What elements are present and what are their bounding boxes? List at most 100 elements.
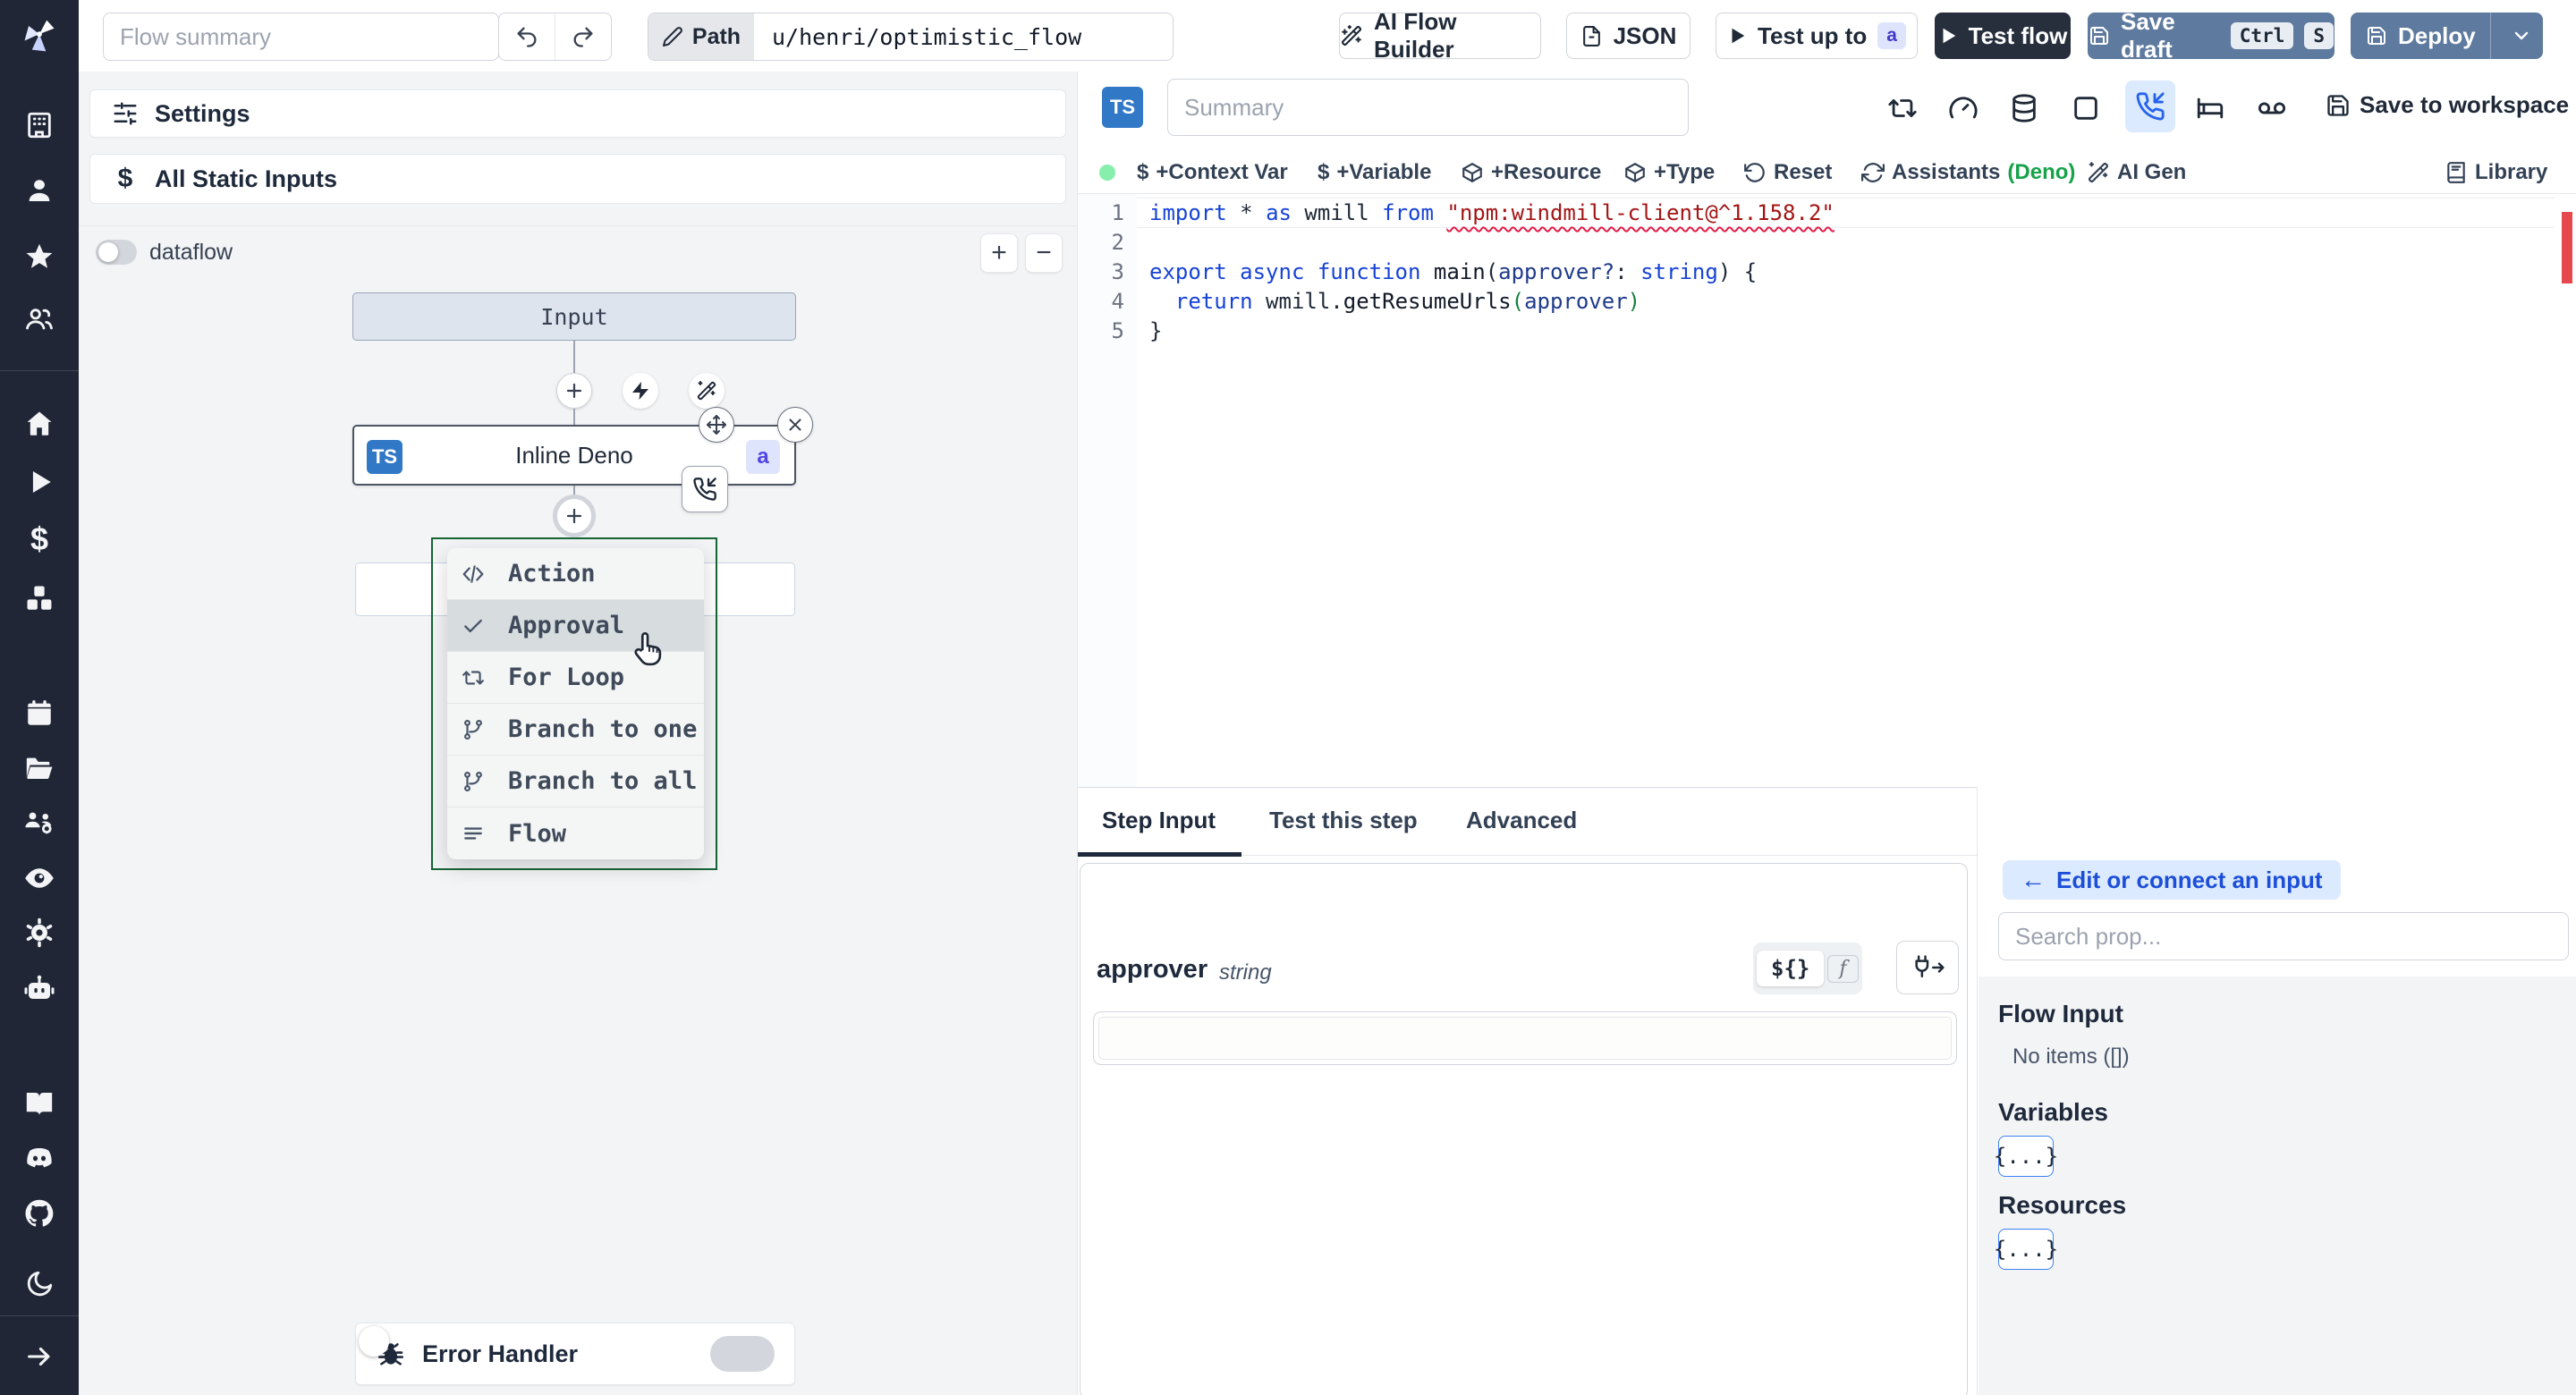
dataflow-toggle[interactable]: [96, 240, 137, 265]
dollar-icon: $: [1318, 160, 1330, 184]
wand-sparkles-icon: [2087, 161, 2110, 184]
tab-step-input[interactable]: Step Input: [1102, 807, 1216, 834]
bot-icon[interactable]: [23, 972, 55, 1004]
timeout-gauge-icon[interactable]: [1948, 93, 1979, 123]
chevron-down-icon: [2511, 25, 2532, 46]
resources-boxes-icon[interactable]: [24, 583, 55, 613]
all-static-inputs-card[interactable]: $ All Static Inputs: [89, 154, 1066, 204]
windmill-flow-builder: Path u/henri/optimistic_flow AI Flow Bui…: [0, 0, 2576, 1395]
settings-gear-icon[interactable]: [23, 917, 55, 949]
json-label: JSON: [1613, 21, 1677, 49]
approver-input[interactable]: [1098, 1017, 1952, 1060]
user-icon[interactable]: [24, 175, 55, 206]
assistants-button[interactable]: Assistants (Deno): [1861, 160, 2075, 185]
folders-icon[interactable]: [24, 753, 55, 783]
lsp-status-dot: [1099, 165, 1115, 181]
deploy-button[interactable]: Deploy: [2351, 13, 2491, 59]
zap-icon: [632, 382, 648, 400]
zoom-in-label: +: [991, 238, 1007, 267]
undo-redo-group: [498, 13, 612, 61]
menu-item-flow[interactable]: Flow: [447, 807, 704, 859]
reset-label: Reset: [1774, 160, 1833, 184]
star-icon[interactable]: [24, 241, 55, 272]
delete-step-button[interactable]: [777, 407, 813, 443]
path-value[interactable]: u/henri/optimistic_flow: [754, 24, 1081, 50]
redo-button[interactable]: [555, 13, 611, 60]
menu-item-action[interactable]: Action: [447, 548, 704, 600]
suspend-approval-button[interactable]: [2125, 80, 2175, 132]
add-context-var-button[interactable]: $ +Context Var: [1137, 160, 1288, 185]
all-static-inputs-label: All Static Inputs: [155, 165, 338, 192]
home-icon[interactable]: [24, 409, 55, 439]
variables-dollar-icon[interactable]: $: [30, 520, 48, 558]
error-handler-toggle[interactable]: [359, 1326, 775, 1372]
library-button[interactable]: Library: [2445, 160, 2547, 185]
connect-input-button[interactable]: [1896, 941, 1959, 994]
props-sections: Flow Input No items ([]) Variables {...}…: [1979, 976, 2576, 1395]
schedules-calendar-icon[interactable]: [24, 698, 55, 729]
save-draft-button[interactable]: Save draft Ctrl S: [2088, 8, 2334, 63]
groups-admin-icon[interactable]: [23, 807, 55, 839]
discord-icon[interactable]: [23, 1142, 55, 1174]
json-button[interactable]: JSON: [1566, 13, 1690, 59]
menu-item-branch-to-all[interactable]: Branch to all: [447, 756, 704, 807]
deploy-dropdown-button[interactable]: [2502, 13, 2542, 59]
audit-eye-icon[interactable]: [23, 862, 55, 894]
github-icon[interactable]: [23, 1197, 55, 1230]
workspace-icon[interactable]: [24, 110, 55, 140]
reset-button[interactable]: Reset: [1743, 160, 1832, 185]
edit-connect-button[interactable]: ← Edit or connect an input: [2003, 860, 2341, 900]
sleep-bed-icon[interactable]: [2195, 93, 2225, 123]
expr-mode-button[interactable]: ${}: [1757, 951, 1825, 986]
expand-arrow-icon[interactable]: [24, 1341, 55, 1372]
add-resource-button[interactable]: +Resource: [1461, 160, 1601, 185]
undo-button[interactable]: [499, 13, 555, 60]
docs-book-icon[interactable]: [24, 1088, 55, 1119]
zoom-out-button[interactable]: −: [1025, 233, 1063, 273]
ai-flow-builder-button[interactable]: AI Flow Builder: [1339, 8, 1541, 63]
fn-mode-button[interactable]: f: [1827, 954, 1859, 983]
error-handler-card[interactable]: Error Handler: [355, 1323, 795, 1385]
add-variable-button[interactable]: $ +Variable: [1318, 160, 1431, 185]
tab-advanced[interactable]: Advanced: [1466, 807, 1577, 834]
menu-item-label: For Loop: [508, 664, 625, 691]
windmill-logo[interactable]: [20, 16, 59, 55]
concurrency-square-icon[interactable]: [2071, 93, 2101, 123]
save-to-workspace-button[interactable]: Save to workspace: [2326, 91, 2569, 119]
move-step-button[interactable]: [699, 407, 734, 443]
flow-summary-input[interactable]: [103, 13, 499, 61]
menu-item-branch-to-one[interactable]: Branch to one: [447, 704, 704, 756]
suspend-step-badge[interactable]: [682, 466, 728, 512]
settings-label: Settings: [155, 99, 250, 127]
refresh-icon: [1861, 161, 1885, 184]
retries-repeat-icon[interactable]: [1887, 93, 1918, 123]
add-type-button[interactable]: +Type: [1623, 160, 1715, 185]
search-prop-input[interactable]: [1998, 912, 2569, 960]
ai-insert-button[interactable]: [689, 373, 724, 409]
insert-below-button[interactable]: [553, 495, 596, 537]
line-number: 2: [1111, 230, 1124, 255]
resources-object-chip[interactable]: {...}: [1994, 1229, 2058, 1270]
variables-object-chip[interactable]: {...}: [1994, 1136, 2058, 1177]
zoom-in-button[interactable]: +: [980, 233, 1018, 273]
insert-step-button[interactable]: [556, 373, 592, 409]
trigger-button[interactable]: [623, 373, 658, 409]
users-icon[interactable]: [24, 304, 55, 334]
tab-test-this-step[interactable]: Test this step: [1269, 807, 1418, 834]
runs-play-icon[interactable]: [24, 467, 55, 497]
path-button[interactable]: Path: [648, 13, 754, 60]
arrow-left-icon: ←: [2021, 866, 2046, 893]
test-flow-button[interactable]: Test flow: [1935, 13, 2071, 59]
cache-database-icon[interactable]: [2009, 93, 2039, 123]
package-icon: [1623, 161, 1647, 184]
mock-voicemail-icon[interactable]: [2257, 93, 2287, 123]
summary-input[interactable]: [1167, 79, 1689, 136]
settings-card[interactable]: Settings: [89, 89, 1066, 138]
ctrl-key-badge: Ctrl: [2230, 22, 2294, 49]
variables-title: Variables: [1998, 1098, 2108, 1126]
input-node[interactable]: Input: [352, 292, 796, 341]
test-up-to-button[interactable]: Test up to a: [1716, 13, 1918, 59]
ai-gen-button[interactable]: AI Gen: [2087, 160, 2186, 185]
code-editor[interactable]: 1 2 3 4 5 import * as wmill from "npm:wi…: [1078, 194, 2576, 787]
dark-mode-moon-icon[interactable]: [24, 1269, 55, 1299]
